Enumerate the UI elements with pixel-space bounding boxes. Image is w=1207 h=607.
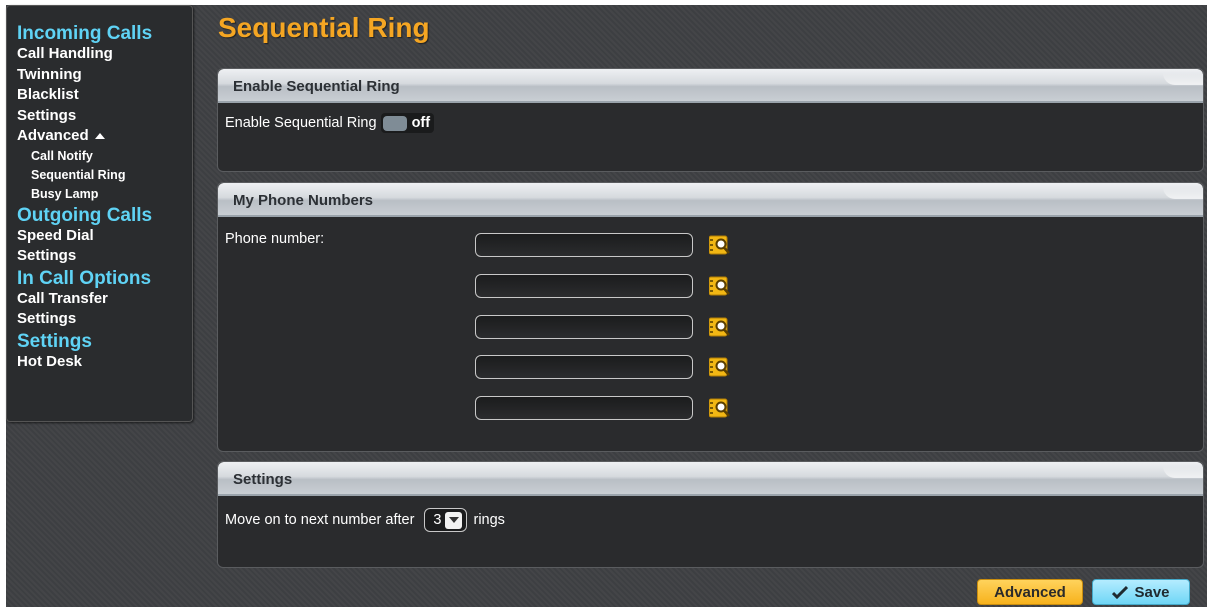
sidebar-item-incoming-settings[interactable]: Settings [17,106,192,127]
sidebar-item-hot-desk[interactable]: Hot Desk [17,352,192,373]
sidebar-heading-in-call-options[interactable]: In Call Options [17,268,192,289]
sidebar-item-call-notify[interactable]: Call Notify [17,147,192,166]
sidebar-heading-settings[interactable]: Settings [17,331,192,352]
contact-lookup-icon[interactable] [708,316,731,338]
phone-number-row [475,274,731,298]
enable-sequential-ring-toggle[interactable]: off [380,113,435,133]
save-button[interactable]: Save [1092,579,1190,605]
sidebar-heading-outgoing-calls[interactable]: Outgoing Calls [17,205,192,226]
settings-panel: Settings Move on to next number after 3 … [217,461,1204,568]
phone-number-row [475,233,731,257]
sidebar-item-outgoing-settings[interactable]: Settings [17,246,192,267]
contact-lookup-icon[interactable] [708,275,731,297]
save-button-label: Save [1134,583,1170,601]
contact-lookup-icon[interactable] [708,356,731,378]
contact-lookup-icon[interactable] [708,234,731,256]
sidebar-item-call-handling[interactable]: Call Handling [17,44,192,65]
enable-sequential-ring-panel: Enable Sequential Ring Enable Sequential… [217,68,1204,172]
rings-prefix-label: Move on to next number after [225,512,415,528]
sidebar-item-incall-settings[interactable]: Settings [17,309,192,330]
sidebar-heading-incoming-calls[interactable]: Incoming Calls [17,24,192,44]
page-title: Sequential Ring [218,12,430,43]
sidebar-item-twinning[interactable]: Twinning [17,65,192,86]
sidebar-item-blacklist[interactable]: Blacklist [17,85,192,106]
phone-number-row [475,315,731,339]
app-window: Incoming Calls Call Handling Twinning Bl… [6,5,1207,607]
rings-suffix-label: rings [473,512,505,528]
phone-number-row [475,396,731,420]
sidebar-item-call-transfer[interactable]: Call Transfer [17,289,192,310]
phone-number-row [475,355,731,379]
phone-number-input-3[interactable] [475,315,693,339]
chevron-down-icon [445,511,463,529]
sidebar-item-busy-lamp[interactable]: Busy Lamp [17,185,192,204]
my-phone-numbers-panel: My Phone Numbers Phone number: [217,182,1204,452]
phone-number-label: Phone number: [225,231,325,247]
phone-number-input-1[interactable] [475,233,693,257]
advanced-button[interactable]: Advanced [977,579,1083,605]
sidebar-item-advanced-label: Advanced [17,127,89,144]
enable-sequential-ring-label: Enable Sequential Ring [225,115,377,131]
toggle-knob [382,115,407,131]
sidebar-item-sequential-ring[interactable]: Sequential Ring [17,166,192,185]
caret-up-icon [94,133,105,140]
settings-panel-header: Settings [218,462,1203,496]
sidebar-item-advanced[interactable]: Advanced [17,126,192,147]
sidebar: Incoming Calls Call Handling Twinning Bl… [6,5,193,422]
checkmark-icon [1112,585,1129,599]
sidebar-item-speed-dial[interactable]: Speed Dial [17,226,192,247]
toggle-state-text: off [411,115,431,131]
contact-lookup-icon[interactable] [708,397,731,419]
rings-select[interactable]: 3 [424,508,468,532]
enable-panel-header: Enable Sequential Ring [218,69,1203,103]
phone-number-input-2[interactable] [475,274,693,298]
rings-select-value: 3 [433,512,442,528]
phone-number-input-4[interactable] [475,355,693,379]
phone-number-input-5[interactable] [475,396,693,420]
phone-numbers-panel-header: My Phone Numbers [218,183,1203,217]
